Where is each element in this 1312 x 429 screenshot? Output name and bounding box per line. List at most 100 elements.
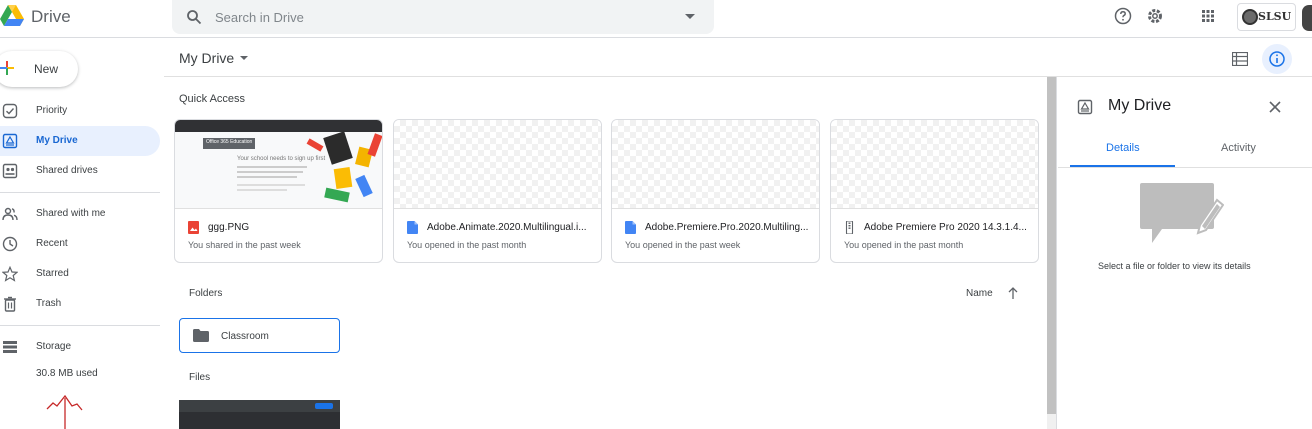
star-icon [2, 266, 18, 282]
search-input[interactable]: Search in Drive [215, 10, 304, 25]
image-file-icon [188, 221, 199, 234]
file-activity: You opened in the past month [844, 240, 964, 250]
file-thumbnail: Office 365 Education Your school needs t… [175, 120, 382, 208]
file-thumbnail-chip [315, 403, 333, 409]
shared-with-me-icon [2, 207, 18, 221]
sidebar-item-storage[interactable]: Storage [0, 332, 160, 362]
thumbnail-decor [333, 166, 353, 190]
new-button[interactable]: New [0, 51, 78, 87]
quick-access-card[interactable]: Adobe.Animate.2020.Multilingual.i... You… [393, 119, 602, 263]
thumbnail-line [237, 176, 297, 178]
settings-icon[interactable] [1146, 7, 1164, 25]
breadcrumb-my-drive[interactable]: My Drive [179, 50, 234, 66]
sidebar-item-label: My Drive [36, 135, 78, 146]
close-icon[interactable] [1268, 100, 1282, 114]
file-thumbnail [831, 120, 1038, 208]
trash-icon [4, 296, 16, 312]
sidebar-item-trash[interactable]: Trash [0, 289, 160, 319]
doc-file-icon [625, 221, 636, 234]
priority-icon [2, 103, 18, 119]
quick-access-heading: Quick Access [179, 93, 246, 105]
sidebar-item-label: Shared drives [36, 165, 98, 176]
doc-file-icon [407, 221, 418, 234]
thumbnail-line [237, 189, 287, 191]
view-details-button[interactable] [1262, 44, 1292, 74]
thumbnail-line [237, 184, 305, 186]
file-thumbnail [612, 120, 819, 208]
storage-icon [3, 341, 17, 353]
empty-details-message: Select a file or folder to view its deta… [1098, 261, 1251, 271]
sidebar-item-recent[interactable]: Recent [0, 229, 160, 259]
sidebar-item-label: Recent [36, 238, 68, 249]
sidebar-item-label: Priority [36, 105, 68, 116]
breadcrumb-dropdown-icon[interactable] [240, 56, 248, 60]
sidebar-item-my-drive[interactable]: My Drive [0, 126, 160, 156]
sidebar-item-shared-drives[interactable]: Shared drives [0, 156, 160, 186]
file-name: Adobe Premiere Pro 2020 14.3.1.4... [864, 222, 1027, 233]
sidebar-item-priority[interactable]: Priority [0, 96, 160, 126]
drive-logo-icon[interactable] [0, 5, 24, 27]
card-divider [394, 208, 601, 209]
dropdown-icon[interactable] [685, 14, 695, 19]
folder-icon [193, 329, 209, 342]
storage-used-text: 30.8 MB used [36, 368, 98, 379]
file-item[interactable] [179, 400, 340, 429]
list-view-icon[interactable] [1232, 52, 1248, 66]
file-activity: You shared in the past week [188, 240, 301, 250]
sort-by-name-button[interactable]: Name [966, 288, 993, 299]
sidebar-divider [0, 192, 160, 193]
org-name: SLSU [1258, 10, 1292, 23]
info-icon [1269, 51, 1285, 67]
thumbnail-line [237, 171, 303, 173]
card-divider [831, 208, 1038, 209]
new-button-label: New [34, 62, 59, 76]
my-drive-icon [1077, 99, 1093, 115]
plus-icon [0, 61, 14, 75]
thumbnail-tab-text: Office 365 Education [206, 139, 253, 145]
sidebar-divider [0, 325, 160, 326]
app-title[interactable]: Drive [31, 7, 71, 27]
sidebar-item-starred[interactable]: Starred [0, 259, 160, 289]
card-divider [175, 208, 382, 209]
file-name: Adobe.Animate.2020.Multilingual.i... [427, 222, 587, 233]
tabs-divider [1058, 167, 1312, 168]
quick-access-card[interactable]: Adobe.Premiere.Pro.2020.Multiling... You… [611, 119, 820, 263]
card-divider [612, 208, 819, 209]
sidebar-item-label: Trash [36, 298, 62, 309]
file-thumbnail [394, 120, 601, 208]
tab-details[interactable]: Details [1106, 142, 1140, 154]
empty-details-illustration [1140, 183, 1224, 243]
clock-icon [2, 236, 18, 252]
main-scrollbar[interactable] [1047, 77, 1056, 414]
thumbnail-line [237, 166, 307, 168]
details-panel-title: My Drive [1108, 97, 1172, 114]
annotation-arrow-icon [46, 394, 83, 429]
apps-grid-icon[interactable] [1199, 7, 1217, 25]
help-icon[interactable] [1114, 7, 1132, 25]
folder-item[interactable]: Classroom [179, 318, 340, 353]
file-name: Adobe.Premiere.Pro.2020.Multiling... [645, 222, 809, 233]
quick-access-card[interactable]: Adobe Premiere Pro 2020 14.3.1.4... You … [830, 119, 1039, 263]
shared-drives-icon [2, 163, 18, 179]
scrollbar-track[interactable] [1047, 414, 1056, 429]
quick-access-card[interactable]: Office 365 Education Your school needs t… [174, 119, 383, 263]
thumbnail-decor [355, 174, 373, 198]
sidebar-item-shared-with-me[interactable]: Shared with me [0, 199, 160, 229]
files-heading: Files [189, 372, 211, 383]
tab-activity[interactable]: Activity [1221, 142, 1256, 154]
thumbnail-decor [306, 138, 324, 152]
thumbnail-decor [324, 187, 350, 203]
sidebar-item-label: Shared with me [36, 208, 106, 219]
toolbar-divider [164, 76, 1312, 77]
search-bar[interactable]: Search in Drive [172, 0, 714, 34]
file-activity: You opened in the past month [407, 240, 527, 250]
search-icon[interactable] [186, 9, 202, 25]
archive-file-icon [845, 221, 854, 234]
avatar[interactable] [1302, 5, 1312, 31]
my-drive-icon [2, 133, 18, 149]
account-org-badge[interactable]: SLSU [1237, 3, 1296, 31]
top-bar: Drive Search in Drive SLSU [0, 0, 1312, 38]
folders-heading: Folders [189, 288, 223, 299]
sort-ascending-icon[interactable] [1007, 286, 1019, 300]
file-activity: You opened in the past week [625, 240, 741, 250]
